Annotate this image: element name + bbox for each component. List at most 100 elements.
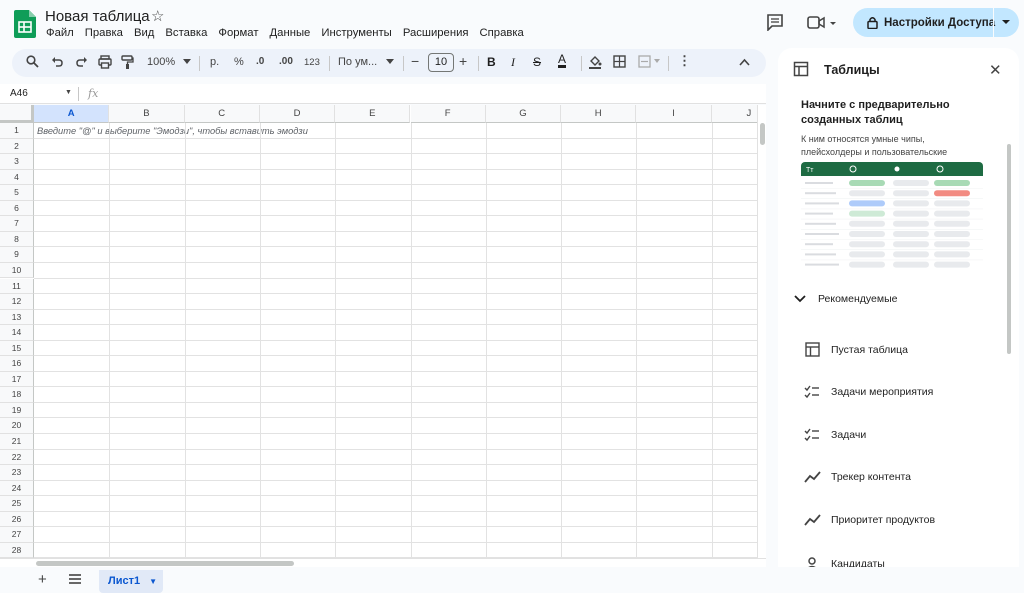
strikethrough-icon[interactable]: S [533, 55, 541, 69]
row-header-17[interactable]: 17 [0, 371, 34, 388]
row-header-8[interactable]: 8 [0, 231, 34, 248]
row-header-12[interactable]: 12 [0, 294, 34, 310]
column-header-e[interactable]: E [335, 105, 411, 123]
name-box[interactable]: A46 [10, 88, 28, 99]
sheet-tab-menu-icon[interactable]: ▼ [149, 577, 157, 586]
comment-icon[interactable] [766, 14, 784, 31]
row-header-10[interactable]: 10 [0, 262, 34, 279]
collapse-toolbar-icon[interactable] [739, 58, 750, 66]
document-title[interactable]: Новая таблица [45, 8, 150, 25]
text-color-icon[interactable]: A [558, 53, 567, 68]
row-header-27[interactable]: 27 [0, 527, 34, 543]
template-product-priority[interactable]: Приоритет продуктов [802, 514, 935, 526]
row-header-9[interactable]: 9 [0, 247, 34, 263]
row-header-24[interactable]: 24 [0, 480, 34, 497]
column-header-c[interactable]: C [184, 105, 260, 123]
template-content-tracker[interactable]: Трекер контента [802, 471, 911, 483]
column-header-b[interactable]: B [109, 105, 185, 123]
row-header-4[interactable]: 4 [0, 169, 34, 186]
row-header-26[interactable]: 26 [0, 511, 34, 528]
menu-extensions[interactable]: Расширения [403, 27, 469, 39]
panel-scrollbar[interactable] [1007, 144, 1011, 354]
decrease-font-size-button[interactable]: − [411, 53, 419, 69]
search-menus-icon[interactable] [26, 55, 39, 68]
font-size-input[interactable]: 10 [428, 53, 454, 72]
row-header-28[interactable]: 28 [0, 542, 34, 559]
column-header-g[interactable]: G [485, 105, 562, 123]
italic-icon[interactable]: I [511, 55, 515, 70]
column-header-i[interactable]: I [636, 105, 712, 123]
vertical-scrollbar[interactable] [757, 105, 766, 560]
template-candidates[interactable]: Кандидаты [802, 557, 885, 567]
row-header-14[interactable]: 14 [0, 325, 34, 341]
row-header-5[interactable]: 5 [0, 185, 34, 201]
menu-tools[interactable]: Инструменты [321, 27, 391, 39]
redo-icon[interactable] [75, 55, 88, 68]
print-icon[interactable] [98, 55, 112, 69]
zoom-select[interactable]: 100% [147, 56, 175, 68]
row-header-16[interactable]: 16 [0, 356, 34, 372]
undo-icon[interactable] [51, 55, 64, 68]
font-dropdown-icon[interactable] [386, 59, 394, 65]
spreadsheet-grid[interactable]: Введите "@" и выберите "Эмодзи", чтобы в… [0, 105, 757, 560]
bold-icon[interactable]: B [487, 55, 496, 69]
row-header-6[interactable]: 6 [0, 200, 34, 217]
template-event-tasks[interactable]: Задачи мероприятия [802, 385, 933, 399]
horizontal-scrollbar[interactable] [0, 558, 766, 567]
row-header-7[interactable]: 7 [0, 216, 34, 232]
share-button[interactable]: Настройки Доступа [853, 8, 1019, 37]
decrease-decimal-button[interactable]: .0 [256, 56, 264, 67]
paint-format-icon[interactable] [121, 55, 134, 69]
recommended-section-toggle[interactable]: Рекомендуемые [794, 293, 898, 305]
sheet-tab-active[interactable]: Лист1 ▼ [99, 570, 163, 593]
column-header-f[interactable]: F [410, 105, 486, 123]
menu-insert[interactable]: Вставка [165, 27, 207, 39]
fill-color-icon[interactable] [588, 55, 602, 69]
increase-decimal-button[interactable]: .00 [279, 56, 293, 67]
menu-data[interactable]: Данные [270, 27, 311, 39]
sheets-logo-icon[interactable] [14, 10, 36, 38]
menu-file[interactable]: Файл [46, 27, 74, 39]
column-header-h[interactable]: H [561, 105, 637, 123]
select-all-corner[interactable] [0, 105, 34, 123]
column-header-j[interactable]: J [711, 105, 757, 123]
close-icon[interactable]: ✕ [989, 61, 1002, 79]
star-icon[interactable]: ☆ [151, 7, 164, 25]
more-options-icon[interactable]: ⋮ [678, 53, 691, 69]
template-blank-table[interactable]: Пустая таблица [802, 342, 908, 357]
row-header-1[interactable]: 1 [0, 123, 34, 139]
font-select[interactable]: По ум... [338, 56, 377, 68]
all-sheets-icon[interactable] [68, 573, 82, 585]
share-dropdown-icon[interactable] [1001, 17, 1011, 27]
name-box-dropdown-icon[interactable]: ▼ [65, 89, 72, 96]
column-header-a[interactable]: A [34, 105, 110, 123]
menu-view[interactable]: Вид [134, 27, 154, 39]
increase-font-size-button[interactable]: + [459, 53, 467, 69]
row-header-20[interactable]: 20 [0, 418, 34, 434]
menu-format[interactable]: Формат [218, 27, 258, 39]
borders-icon[interactable] [613, 55, 626, 68]
row-header-21[interactable]: 21 [0, 434, 34, 450]
column-header-d[interactable]: D [259, 105, 336, 123]
row-header-2[interactable]: 2 [0, 138, 34, 155]
currency-format-button[interactable]: р. [210, 56, 219, 68]
table-template-preview[interactable]: Tт [801, 162, 983, 268]
merge-cells-icon[interactable] [638, 55, 662, 68]
template-tasks[interactable]: Задачи [802, 428, 866, 442]
row-header-25[interactable]: 25 [0, 496, 34, 512]
meet-icon[interactable] [806, 14, 838, 31]
menu-edit[interactable]: Правка [85, 27, 123, 39]
zoom-dropdown-icon[interactable] [183, 59, 191, 65]
row-header-11[interactable]: 11 [0, 278, 34, 295]
row-header-18[interactable]: 18 [0, 387, 34, 403]
row-header-19[interactable]: 19 [0, 402, 34, 419]
percent-format-button[interactable]: % [234, 56, 244, 68]
row-header-23[interactable]: 23 [0, 465, 34, 481]
row-header-13[interactable]: 13 [0, 309, 34, 326]
row-header-3[interactable]: 3 [0, 154, 34, 170]
menu-help[interactable]: Справка [480, 27, 524, 39]
row-header-15[interactable]: 15 [0, 340, 34, 357]
more-formats-button[interactable]: 123 [304, 57, 320, 68]
add-sheet-icon[interactable]: + [38, 571, 47, 588]
row-header-22[interactable]: 22 [0, 449, 34, 466]
